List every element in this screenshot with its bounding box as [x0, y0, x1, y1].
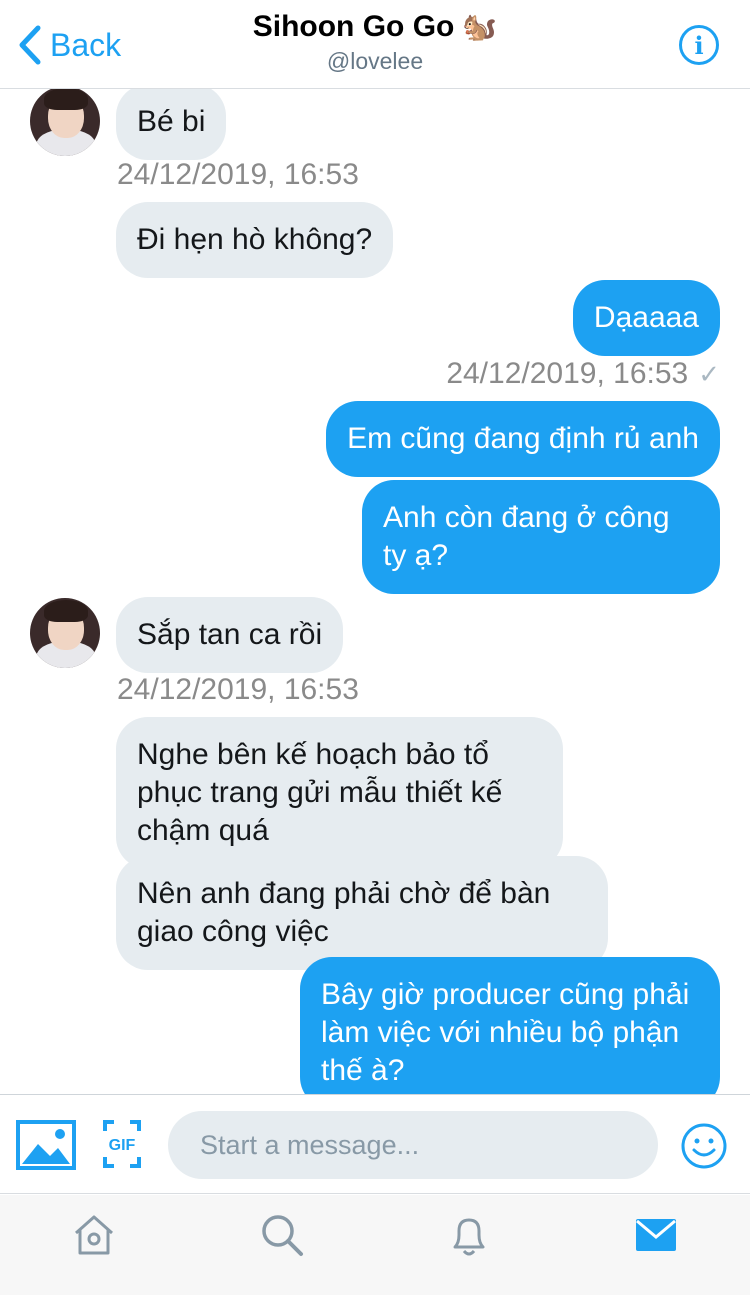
home-icon[interactable] [70, 1211, 118, 1259]
incoming-message[interactable]: Nên anh đang phải chờ để bàn giao công v… [116, 856, 608, 970]
page-title: Sihoon Go Go 🐿️ [253, 10, 498, 44]
message-list[interactable]: Bé bi 24/12/2019, 16:53 Đi hẹn hò không?… [0, 89, 750, 1094]
gif-icon[interactable]: GIF [102, 1119, 142, 1169]
title-block[interactable]: Sihoon Go Go 🐿️ @lovelee [175, 10, 575, 75]
notifications-icon[interactable] [445, 1211, 493, 1259]
outgoing-message[interactable]: Anh còn đang ở công ty ạ? [362, 480, 720, 594]
conversation-header: Back Sihoon Go Go 🐿️ @lovelee i [0, 0, 750, 89]
outgoing-message[interactable]: Em cũng đang định rủ anh [326, 401, 720, 477]
avatar[interactable] [30, 89, 100, 156]
back-button[interactable]: Back [16, 22, 121, 68]
avatar[interactable] [30, 598, 100, 668]
squirrel-emoji: 🐿️ [462, 11, 498, 42]
chevron-left-icon [19, 25, 41, 65]
incoming-message[interactable]: Đi hẹn hò không? [116, 202, 394, 278]
outgoing-message[interactable]: Dạaaaa [572, 280, 720, 356]
search-icon[interactable] [258, 1211, 306, 1259]
message-timestamp: 24/12/2019, 16:53 [117, 673, 359, 706]
emoji-icon[interactable] [680, 1122, 728, 1170]
photo-icon[interactable] [16, 1120, 76, 1170]
back-label: Back [50, 26, 122, 63]
info-icon[interactable]: i [679, 25, 719, 65]
contact-handle: @lovelee [326, 48, 424, 74]
message-input[interactable] [168, 1111, 658, 1179]
message-timestamp: 24/12/2019, 16:53 ✓ [446, 357, 720, 391]
message-timestamp: 24/12/2019, 16:53 [117, 158, 359, 191]
message-composer: GIF [0, 1094, 750, 1194]
incoming-message[interactable]: Bé bi [116, 89, 227, 160]
gif-label: GIF [109, 1137, 136, 1154]
tab-bar [0, 1195, 750, 1295]
checkmark-icon: ✓ [698, 359, 720, 389]
timestamp-text: 24/12/2019, 16:53 [446, 357, 689, 390]
incoming-message[interactable]: Nghe bên kế hoạch bảo tổ phục trang gửi … [116, 717, 563, 869]
messages-icon[interactable] [632, 1211, 680, 1259]
outgoing-message[interactable]: Bây giờ producer cũng phải làm việc với … [300, 957, 720, 1094]
contact-name: Sihoon Go Go [252, 10, 455, 43]
incoming-message[interactable]: Sắp tan ca rồi [116, 597, 344, 673]
